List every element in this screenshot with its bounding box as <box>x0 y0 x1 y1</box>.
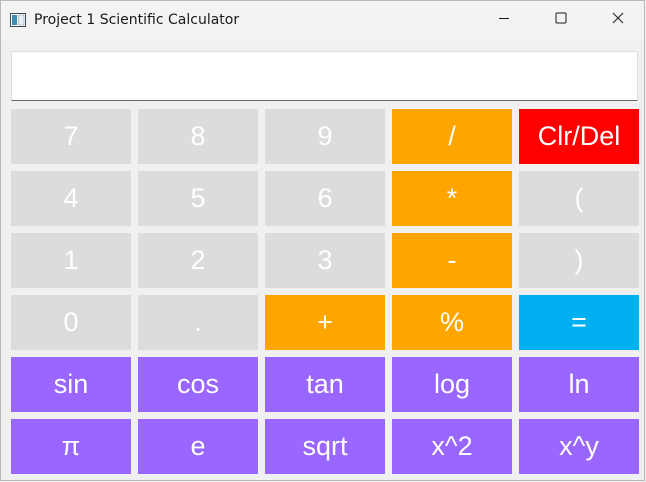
digit-2-button[interactable]: 2 <box>138 233 258 288</box>
window-title: Project 1 Scientific Calculator <box>34 12 240 28</box>
subtract-button[interactable]: - <box>392 233 512 288</box>
keypad: 7 8 9/Clr/Del 4 5 6 *(1 2 3-) 0. +% = sin cos tan log ln… <box>11 109 639 474</box>
pi-button[interactable]: π <box>11 419 131 474</box>
percent-button[interactable]: % <box>392 295 512 350</box>
digit-7-button[interactable]: 7 <box>11 109 131 164</box>
square-button[interactable]: x^2 <box>392 419 512 474</box>
clear-delete-button[interactable]: Clr/Del <box>519 109 639 164</box>
digit-5-button[interactable]: 5 <box>138 171 258 226</box>
digit-1-button[interactable]: 1 <box>11 233 131 288</box>
power-button[interactable]: x^y <box>519 419 639 474</box>
maximize-button[interactable] <box>538 1 584 39</box>
divide-button[interactable]: / <box>392 109 512 164</box>
close-paren-button[interactable]: ) <box>519 233 639 288</box>
digit-9-button[interactable]: 9 <box>265 109 385 164</box>
sqrt-button[interactable]: sqrt <box>265 419 385 474</box>
open-paren-button[interactable]: ( <box>519 171 639 226</box>
digit-3-button[interactable]: 3 <box>265 233 385 288</box>
digit-4-button[interactable]: 4 <box>11 171 131 226</box>
decimal-point-button[interactable]: . <box>138 295 258 350</box>
digit-0-button[interactable]: 0 <box>11 295 131 350</box>
calculator-window: Project 1 Scientific Calculator 7 8 9 / … <box>0 0 645 481</box>
euler-button[interactable]: e <box>138 419 258 474</box>
cos-button[interactable]: cos <box>138 357 258 412</box>
sin-button[interactable]: sin <box>11 357 131 412</box>
close-button[interactable] <box>595 1 641 39</box>
ln-button[interactable]: ln <box>519 357 639 412</box>
digit-8-button[interactable]: 8 <box>138 109 258 164</box>
title-bar[interactable]: Project 1 Scientific Calculator <box>1 1 644 39</box>
tan-button[interactable]: tan <box>265 357 385 412</box>
multiply-button[interactable]: * <box>392 171 512 226</box>
digit-6-button[interactable]: 6 <box>265 171 385 226</box>
maximize-icon <box>555 11 567 29</box>
close-icon <box>612 11 624 29</box>
equals-button[interactable]: = <box>519 295 639 350</box>
minimize-icon <box>498 11 510 29</box>
add-button[interactable]: + <box>265 295 385 350</box>
log-button[interactable]: log <box>392 357 512 412</box>
minimize-button[interactable] <box>481 1 527 39</box>
calculator-display[interactable] <box>11 51 638 101</box>
calculator-app-icon <box>10 13 26 27</box>
